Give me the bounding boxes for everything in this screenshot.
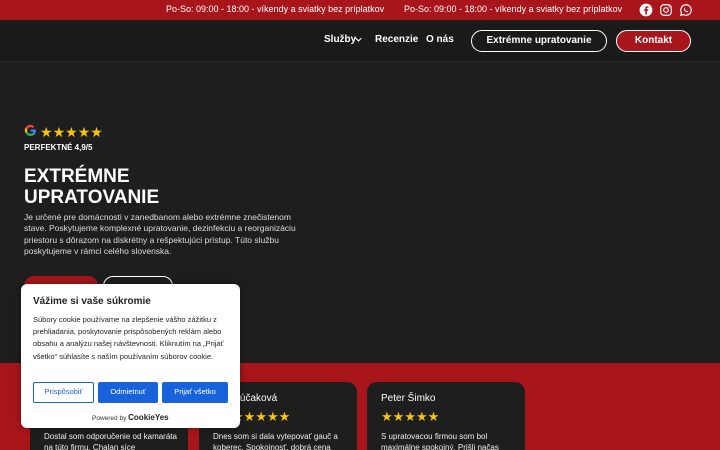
hero-description: Je určené pre domácnosti v zanedbanom al… <box>24 212 296 256</box>
rating-stars: ★★★★★ <box>40 124 103 140</box>
star-icon: ★ <box>392 409 405 424</box>
contact-button[interactable]: Kontakt <box>616 30 691 52</box>
star-icon: ★ <box>77 124 91 140</box>
customize-button[interactable]: Prispôsobiť <box>33 382 94 403</box>
reject-button[interactable]: Odmietnuť <box>98 382 158 403</box>
review-text: S upratovacou firmou som bol maximálne s… <box>381 432 499 450</box>
review-text: Dostal som odporučenie od kamaráta na tú… <box>44 432 177 450</box>
powered-by-prefix: Powered by <box>92 415 127 422</box>
page-title: EXTRÉMNE UPRATOVANIE <box>24 166 160 208</box>
star-icon: ★ <box>278 409 291 424</box>
star-icon: ★ <box>243 409 256 424</box>
whatsapp-icon[interactable] <box>679 3 693 17</box>
reviewer-name: ľúčaková <box>237 393 278 404</box>
rating-label: PERFEKTNÉ 4,9/5 <box>24 143 93 152</box>
review-text: Dnes som si dala vytepovať gauč a kobere… <box>213 432 338 450</box>
nav-item-o-nas[interactable]: O nás <box>426 34 454 45</box>
opening-hours-text-repeat: Po-So: 09:00 - 18:00 - víkendy a sviatky… <box>404 4 623 14</box>
cookieyes-logo: CookieYes <box>128 413 169 422</box>
star-icon: ★ <box>381 409 393 424</box>
cookie-title: Vážime si vaše súkromie <box>33 296 151 307</box>
accept-all-button[interactable]: Prijať všetko <box>162 382 228 403</box>
star-icon: ★ <box>52 124 66 140</box>
google-icon <box>24 124 36 136</box>
star-icon: ★ <box>404 409 416 424</box>
extreme-cleaning-button[interactable]: Extrémne upratovanie <box>471 30 607 52</box>
cookie-consent-dialog: Vážime si vaše súkromie Súbory cookie po… <box>21 284 240 428</box>
nav-item-recenzie[interactable]: Recenzie <box>375 34 418 45</box>
powered-by[interactable]: Powered by CookieYes <box>92 413 169 422</box>
star-icon: ★ <box>65 124 78 140</box>
star-icon: ★ <box>255 409 267 424</box>
review-stars: ★★★★★ <box>381 408 439 426</box>
review-card: Peter Šimko ★★★★★ S upratovacou firmou s… <box>367 382 525 450</box>
review-stars: ★★★★★ <box>232 408 290 426</box>
star-icon: ★ <box>415 409 428 424</box>
star-icon: ★ <box>427 409 440 424</box>
opening-hours-text: Po-So: 09:00 - 18:00 - víkendy a sviatky… <box>166 4 385 14</box>
top-info-bar: Po-So: 09:00 - 18:00 - víkendy a sviatky… <box>0 0 720 20</box>
facebook-icon[interactable] <box>639 3 653 17</box>
chevron-down-icon[interactable] <box>355 36 362 43</box>
instagram-icon[interactable] <box>659 3 673 17</box>
reviewer-name: Peter Šimko <box>381 393 436 404</box>
star-icon: ★ <box>266 409 279 424</box>
cookie-text: Súbory cookie používame na zlepšenie váš… <box>33 315 224 361</box>
star-icon: ★ <box>40 124 53 140</box>
main-navigation: Služby Recenzie O nás Extrémne upratovan… <box>0 20 720 62</box>
nav-item-sluzby[interactable]: Služby <box>324 34 356 45</box>
star-icon: ★ <box>90 124 103 140</box>
